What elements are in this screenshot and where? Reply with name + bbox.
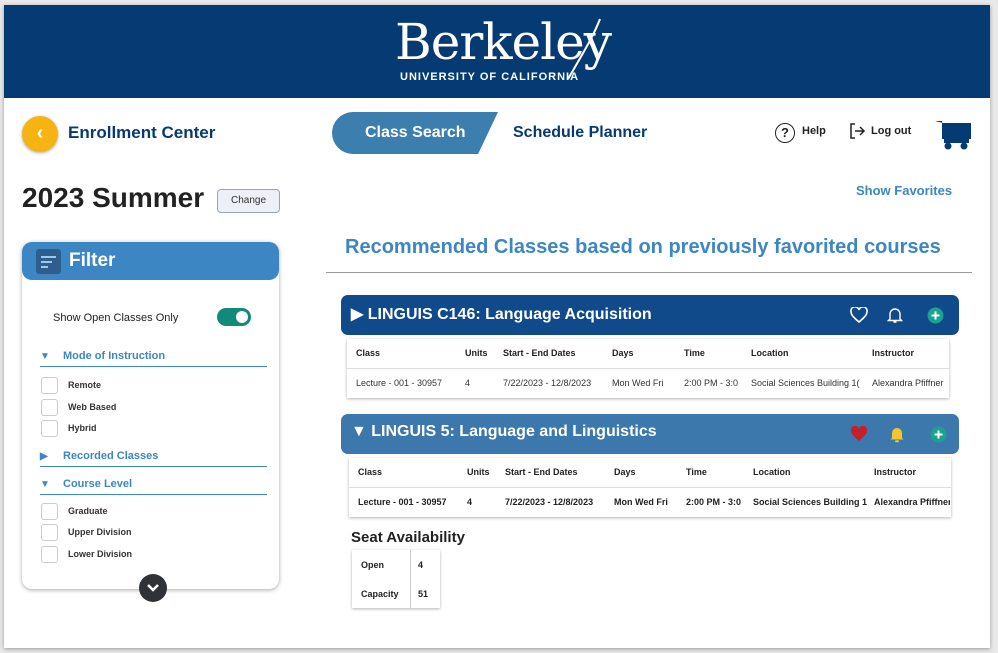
filter-lines-icon <box>36 249 61 274</box>
course-header-linguis-c146[interactable]: ▶ LINGUIS C146: Language Acquisition <box>341 295 959 335</box>
section-course-level[interactable]: ▼ Course Level <box>40 478 267 495</box>
option-web-based[interactable]: Web Based <box>41 399 116 416</box>
section-mode-of-instruction[interactable]: ▼ Mode of Instruction <box>40 350 267 367</box>
help-link[interactable]: Help <box>802 125 826 137</box>
tab-class-search[interactable]: Class Search <box>332 112 498 154</box>
option-hybrid[interactable]: Hybrid <box>41 420 97 437</box>
bell-outline-icon[interactable] <box>887 307 903 324</box>
brand-header: Berkeley UNIVERSITY OF CALIFORNIA <box>4 5 990 98</box>
checkbox[interactable] <box>41 399 58 416</box>
toggle-knob <box>236 311 248 323</box>
app-window: Berkeley UNIVERSITY OF CALIFORNIA ‹ Enro… <box>4 5 990 648</box>
seat-open-value: 4 <box>418 560 424 570</box>
seat-availability-title: Seat Availability <box>351 529 465 546</box>
filter-header[interactable]: Filter <box>22 242 279 280</box>
checkbox[interactable] <box>41 420 58 437</box>
logo-swoosh-icon <box>567 18 601 80</box>
seat-availability-table: Open 4 Capacity 51 <box>352 550 440 608</box>
checkbox[interactable] <box>41 524 58 541</box>
checkbox[interactable] <box>41 546 58 563</box>
triangle-down-icon: ▼ <box>351 423 372 440</box>
table-header: Class Units Start - End Dates Days Time … <box>347 339 949 369</box>
filter-title: Filter <box>69 250 116 271</box>
add-circle-icon[interactable] <box>927 307 944 324</box>
triangle-right-icon: ▶ <box>40 451 48 462</box>
add-circle-icon[interactable] <box>930 426 947 443</box>
tab-schedule-planner[interactable]: Schedule Planner <box>513 124 647 142</box>
column-divider <box>410 550 411 608</box>
divider <box>326 272 972 273</box>
checkbox[interactable] <box>41 503 58 520</box>
table-row[interactable]: Lecture - 001 - 30957 4 7/22/2023 - 12/8… <box>347 369 949 398</box>
section-recorded-classes[interactable]: ▶ Recorded Classes <box>40 450 267 467</box>
change-term-button[interactable]: Change <box>217 189 280 213</box>
logout-icon[interactable] <box>849 122 867 144</box>
filter-panel: Filter Show Open Classes Only ▼ Mode of I… <box>22 242 279 602</box>
seat-capacity-label: Capacity <box>361 589 399 599</box>
course-sections-table: Class Units Start - End Dates Days Time … <box>349 458 951 517</box>
back-button[interactable]: ‹ <box>22 116 58 152</box>
option-graduate[interactable]: Graduate <box>41 503 108 520</box>
table-row[interactable]: Lecture - 001 - 30957 4 7/22/2023 - 12/8… <box>349 488 951 517</box>
cart-icon[interactable] <box>933 117 973 151</box>
help-icon[interactable]: ? <box>775 123 795 143</box>
logo-subtitle: UNIVERSITY OF CALIFORNIA <box>400 71 580 83</box>
option-lower-division[interactable]: Lower Division <box>41 546 132 563</box>
heart-filled-icon[interactable] <box>850 426 868 442</box>
open-classes-label: Show Open Classes Only <box>53 312 179 324</box>
recommended-title: Recommended Classes based on previously … <box>345 236 941 258</box>
show-favorites-link[interactable]: Show Favorites <box>856 183 952 198</box>
logout-link[interactable]: Log out <box>871 125 911 137</box>
course-header-linguis-5[interactable]: ▼ LINGUIS 5: Language and Linguistics <box>341 414 959 454</box>
course-title: ▶ LINGUIS C146: Language Acquisition <box>351 306 652 323</box>
chevron-left-icon: ‹ <box>36 122 44 144</box>
bell-filled-icon[interactable] <box>889 426 905 443</box>
heart-outline-icon[interactable] <box>850 307 868 323</box>
chevron-down-icon <box>147 584 159 592</box>
option-upper-division[interactable]: Upper Division <box>41 524 132 541</box>
term-title: 2023 Summer <box>22 182 205 213</box>
checkbox[interactable] <box>41 377 58 394</box>
table-header: Class Units Start - End Dates Days Time … <box>349 458 951 488</box>
seat-capacity-value: 51 <box>418 589 429 599</box>
seat-open-label: Open <box>361 560 385 570</box>
triangle-down-icon: ▼ <box>40 351 50 362</box>
app-title: Enrollment Center <box>68 123 216 142</box>
option-remote[interactable]: Remote <box>41 377 101 394</box>
course-sections-table: Class Units Start - End Dates Days Time … <box>347 339 949 398</box>
triangle-right-icon: ▶ <box>351 306 368 323</box>
open-classes-toggle[interactable] <box>217 308 251 326</box>
course-title: ▼ LINGUIS 5: Language and Linguistics <box>351 423 657 440</box>
triangle-down-icon: ▼ <box>40 479 50 490</box>
scroll-down-button[interactable] <box>139 574 167 602</box>
